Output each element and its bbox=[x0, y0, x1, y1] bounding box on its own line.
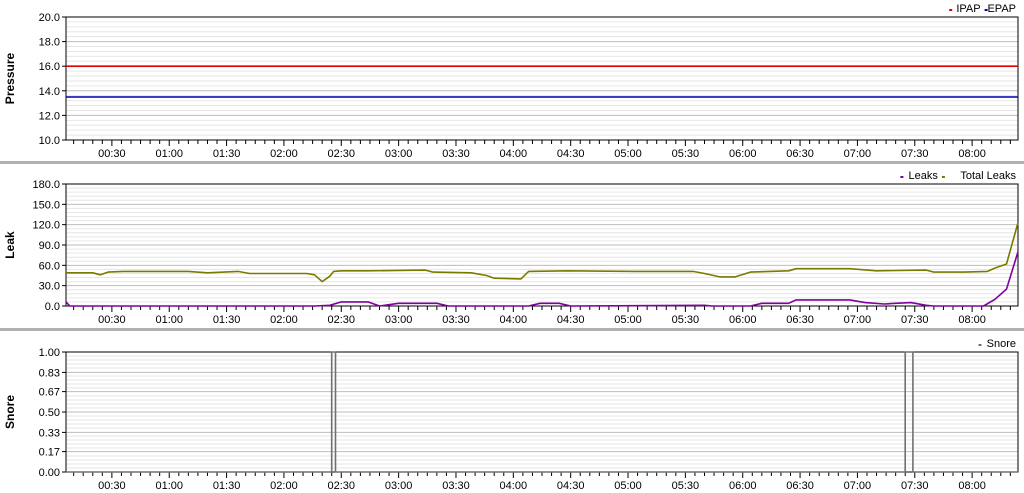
x-tick-label: 06:00 bbox=[729, 314, 757, 326]
panel-separator bbox=[0, 328, 1024, 331]
y-tick-label: 150.0 bbox=[32, 199, 60, 211]
x-tick-label: 05:00 bbox=[614, 480, 642, 492]
x-tick-label: 05:00 bbox=[614, 314, 642, 326]
plot-frame bbox=[65, 16, 1019, 141]
x-tick-label: 00:30 bbox=[98, 148, 126, 160]
x-tick-label: 01:30 bbox=[213, 480, 241, 492]
legend-label-epap: EPAP bbox=[987, 3, 1016, 15]
x-tick-label: 04:30 bbox=[557, 314, 585, 326]
x-tick-label: 07:00 bbox=[844, 480, 872, 492]
y-tick-label: 16.0 bbox=[39, 61, 60, 73]
x-tick-label: 03:30 bbox=[442, 314, 470, 326]
x-tick-label: 02:00 bbox=[270, 314, 298, 326]
x-tick-label: 05:30 bbox=[672, 314, 700, 326]
y-tick-label: 0.83 bbox=[39, 367, 60, 379]
x-tick-label: 06:30 bbox=[786, 480, 814, 492]
y-tick-label: 90.0 bbox=[39, 240, 60, 252]
x-tick-label: 03:30 bbox=[442, 148, 470, 160]
x-tick-label: 03:00 bbox=[385, 148, 413, 160]
x-tick-label: 03:00 bbox=[385, 314, 413, 326]
x-tick-label: 08:00 bbox=[958, 148, 986, 160]
y-tick-label: 18.0 bbox=[39, 37, 60, 49]
y-tick-label: 120.0 bbox=[32, 220, 60, 232]
x-tick-label: 06:30 bbox=[786, 148, 814, 160]
x-tick-label: 02:00 bbox=[270, 480, 298, 492]
x-tick-label: 02:30 bbox=[328, 314, 356, 326]
legend-label-ipap: IPAP bbox=[956, 3, 980, 15]
x-tick-label: 03:00 bbox=[385, 480, 413, 492]
legend-label-total-leaks: Total Leaks bbox=[960, 170, 1016, 182]
x-tick-label: 02:30 bbox=[328, 148, 356, 160]
snore-axis-title: Snore bbox=[3, 395, 17, 429]
x-tick-label: 06:00 bbox=[729, 148, 757, 160]
chart-stage: 10.0 12.0 14.0 16.0 18.0 20.0 00:30 01:00 01:30 0… bbox=[0, 0, 1024, 493]
leak-panel: 0.0 30.0 60.0 90.0 120.0 150.0 180.0 00:30 01:00… bbox=[0, 170, 1024, 331]
y-tick-label: 0.00 bbox=[39, 467, 60, 479]
x-tick-label: 08:00 bbox=[958, 314, 986, 326]
x-tick-label: 04:30 bbox=[557, 480, 585, 492]
x-tick-label: 07:30 bbox=[901, 480, 929, 492]
x-tick-label: 08:00 bbox=[958, 480, 986, 492]
legend-label-leaks: Leaks bbox=[909, 170, 939, 182]
x-tick-label: 07:00 bbox=[844, 148, 872, 160]
x-tick-label: 06:30 bbox=[786, 314, 814, 326]
x-tick-label: 04:00 bbox=[500, 314, 528, 326]
x-tick-label: 00:30 bbox=[98, 480, 126, 492]
x-tick-label: 01:00 bbox=[155, 314, 183, 326]
pressure-axis-title: Pressure bbox=[3, 52, 17, 104]
x-tick-label: 05:30 bbox=[672, 148, 700, 160]
x-tick-label: 04:00 bbox=[500, 148, 528, 160]
y-tick-label: 14.0 bbox=[39, 86, 60, 98]
x-tick-label: 02:30 bbox=[328, 480, 356, 492]
series-total-leaks bbox=[66, 222, 1019, 283]
x-tick-label: 01:00 bbox=[155, 480, 183, 492]
y-tick-label: 1.00 bbox=[39, 347, 60, 359]
y-tick-label: 12.0 bbox=[39, 110, 60, 122]
y-tick-label: 180.0 bbox=[32, 179, 60, 191]
y-tick-label: 0.50 bbox=[39, 407, 60, 419]
legend-label-snore: Snore bbox=[987, 338, 1016, 350]
x-tick-label: 01:30 bbox=[213, 148, 241, 160]
y-tick-label: 60.0 bbox=[39, 260, 60, 272]
y-tick-label: 20.0 bbox=[39, 12, 60, 24]
x-tick-label: 07:30 bbox=[901, 314, 929, 326]
y-tick-label: 0.67 bbox=[39, 387, 60, 399]
x-tick-label: 07:00 bbox=[844, 314, 872, 326]
x-tick-label: 07:30 bbox=[901, 148, 929, 160]
y-tick-label: 10.0 bbox=[39, 135, 60, 147]
y-tick-label: 30.0 bbox=[39, 281, 60, 293]
y-tick-label: 0.33 bbox=[39, 427, 60, 439]
x-tick-label: 04:30 bbox=[557, 148, 585, 160]
x-tick-label: 02:00 bbox=[270, 148, 298, 160]
x-tick-label: 03:30 bbox=[442, 480, 470, 492]
y-tick-label: 0.17 bbox=[39, 447, 60, 459]
x-tick-label: 05:00 bbox=[614, 148, 642, 160]
x-tick-label: 00:30 bbox=[98, 314, 126, 326]
leak-axis-title: Leak bbox=[3, 231, 17, 259]
pressure-panel: 10.0 12.0 14.0 16.0 18.0 20.0 00:30 01:00 01:30 0… bbox=[0, 3, 1024, 164]
sleep-report-charts: 10.012.014.016.018.020.000:30 01:00 01:30 0… bbox=[0, 3, 1024, 492]
x-tick-label: 05:30 bbox=[672, 480, 700, 492]
y-tick-label: 0.0 bbox=[45, 301, 60, 313]
x-tick-label: 04:00 bbox=[500, 480, 528, 492]
snore-panel: 0.00 0.17 0.33 0.50 0.67 0.83 1.00 00:30 01:00 01… bbox=[3, 338, 1019, 492]
panel-separator bbox=[0, 161, 1024, 164]
x-tick-label: 01:30 bbox=[213, 314, 241, 326]
x-tick-label: 06:00 bbox=[729, 480, 757, 492]
x-tick-label: 01:00 bbox=[155, 148, 183, 160]
